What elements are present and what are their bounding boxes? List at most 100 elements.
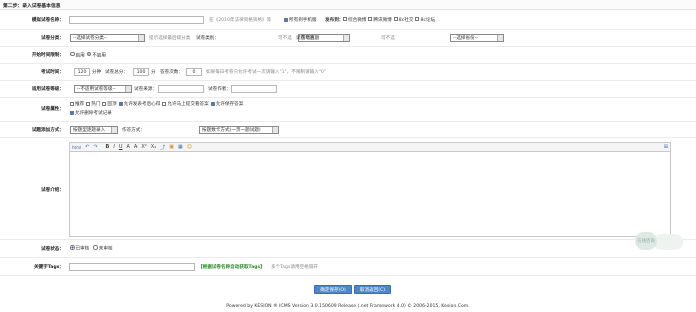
tags-hint: 多个Tags请用空格隔开	[271, 264, 318, 270]
unreviewed-radio-label: 未审核	[98, 246, 113, 252]
checkbox-icon	[393, 17, 398, 21]
publish-option[interactable]: 8c社交	[393, 17, 413, 23]
count-input[interactable]: 0	[186, 68, 202, 76]
attr-option[interactable]: 允许发表考后心得	[118, 101, 160, 107]
radio-icon	[93, 245, 98, 250]
footer: Powered by KESION ® ICMS Version 3.0.150…	[226, 304, 470, 309]
attr-option[interactable]: 固顶	[102, 101, 117, 107]
exam-time-label: 考试时间：	[41, 70, 64, 75]
source-button[interactable]: html	[72, 145, 81, 150]
total-unit: 分	[151, 70, 156, 75]
publish-options: 综合微博 腾讯微博 8c社交 8c论坛	[343, 17, 435, 23]
editor-toolbar: html ↶ ↷ B I U A A̶ X² X₂ ⤴ ▣ ▦ ☺ ⊞	[69, 142, 671, 152]
attr-options: 推荐 热门 固顶 允许发表考后心得 允许马上提交看答案 允许保存答案	[70, 101, 243, 107]
count-label: 答卷次数：	[160, 70, 183, 75]
type-label: 试卷类别：	[196, 36, 219, 41]
bold-button[interactable]: B	[106, 144, 110, 150]
reviewed-radio[interactable]: 已审核	[70, 245, 89, 252]
minutes-unit: 分钟	[92, 70, 102, 75]
tags-input[interactable]	[69, 262, 195, 271]
name-label: 模拟试卷名称：	[31, 17, 64, 23]
image-icon[interactable]: ▣	[169, 144, 174, 150]
exam-name-input[interactable]	[69, 15, 204, 24]
attr-option[interactable]: 允许删除考试记录	[70, 110, 112, 116]
undo-button[interactable]: ↶	[85, 144, 89, 150]
attr-option[interactable]: 热门	[86, 101, 100, 107]
superscript-button[interactable]: X²	[141, 144, 146, 150]
minutes-input[interactable]: 120	[74, 68, 90, 76]
checkbox-icon	[70, 101, 74, 106]
add-mode-label: 试题添加方式：	[31, 127, 64, 133]
publish-label: 发布到：	[325, 17, 344, 23]
page-title: 第二步：录入试卷基本信息	[0, 0, 696, 10]
answer-mode-select[interactable]: 按题数卡方式(一页一题试题)	[199, 125, 279, 134]
category-select[interactable]: --选择试卷分类--	[70, 34, 145, 42]
intro-editor[interactable]	[69, 152, 671, 237]
mobile-checkbox[interactable]: 所有到手机版	[284, 17, 317, 23]
count-value: 0	[192, 69, 196, 75]
checkbox-icon	[415, 17, 420, 21]
attr-option-label: 推荐	[75, 102, 85, 107]
attr-option[interactable]: 允许保存答案	[210, 101, 243, 107]
answer-mode-select-value: 按题数卡方式(一页一题试题)	[202, 127, 261, 133]
attr-row: 试卷属性： 推荐 热门 固顶 允许发表考后心得 允许马上提交看答案 允许保存答案…	[0, 98, 696, 122]
category-label: 试卷分类：	[41, 36, 64, 41]
total-input[interactable]: 100	[133, 68, 149, 76]
publish-option[interactable]: 腾讯微博	[368, 17, 392, 23]
region-label: 试卷地区：	[296, 36, 319, 41]
chat-widget[interactable]: 在线咨询	[635, 232, 657, 250]
italic-button[interactable]: I	[113, 144, 114, 150]
checkbox-icon	[162, 101, 167, 106]
publish-option-label: 8c论坛	[420, 17, 436, 23]
enable-radio[interactable]: 启用	[70, 51, 85, 58]
cancel-button[interactable]: 取消返回(C)	[354, 285, 391, 294]
publish-option[interactable]: 8c论坛	[415, 17, 435, 23]
name-row: 模拟试卷名称： 在《2010年法律资格资格》等 所有到手机版 发布到： 综合微博…	[0, 10, 696, 30]
region-select[interactable]: --选择省份--	[450, 34, 504, 42]
underline-button[interactable]: U	[119, 144, 123, 150]
attr-option[interactable]: 允许马上提交看答案	[162, 101, 209, 107]
count-hint: 如果每日考卷只允许考试一次请输入"1"，不限制请输入"0"	[206, 70, 326, 75]
status-row: 试卷状态： 已审核 未审核	[0, 240, 696, 258]
subscript-button[interactable]: X₂	[151, 144, 156, 150]
tags-row: 关键字Tags： 【根据试卷名称自动获取Tags】 多个Tags请用空格隔开	[0, 258, 696, 276]
link-icon[interactable]: ⤴	[160, 144, 165, 151]
exam-row: 考试时间： 120 分钟 试卷总分： 100 分 答卷次数： 0 如果每日考卷只…	[0, 64, 696, 81]
minutes-value: 120	[77, 69, 87, 75]
source-input[interactable]	[158, 85, 204, 93]
publish-option-label: 综合微博	[348, 17, 367, 23]
source-label: 试卷来源：	[134, 87, 157, 92]
author-label: 试卷作者：	[208, 87, 231, 92]
attr-option-label: 热门	[91, 102, 101, 107]
total-value: 100	[136, 69, 146, 75]
publish-option[interactable]: 综合微博	[343, 17, 366, 23]
author-input[interactable]	[231, 85, 277, 93]
attr-option[interactable]: 推荐	[70, 101, 84, 107]
mobile-text: 所有到手机版	[289, 17, 317, 23]
unreviewed-radio[interactable]: 未审核	[93, 245, 113, 252]
redo-button[interactable]: ↷	[93, 144, 97, 150]
grade-select[interactable]: --不适用试卷等级--	[74, 85, 132, 93]
add-mode-select-value: 按题型逐题录入	[73, 127, 106, 133]
float-widget-bg	[653, 234, 683, 250]
publish-option-label: 腾讯微博	[373, 17, 392, 23]
emoji-icon[interactable]: ☺	[187, 144, 192, 150]
save-button[interactable]: 确定保存(O)	[314, 285, 352, 294]
flash-icon[interactable]: ▦	[178, 144, 183, 150]
checkbox-icon	[102, 101, 107, 106]
status-options: 已审核 未审核	[70, 245, 113, 252]
add-mode-select[interactable]: 按题型逐题录入	[70, 125, 118, 134]
grade-select-value: --不适用试卷等级--	[77, 87, 116, 92]
attr-label: 试卷属性：	[41, 107, 64, 112]
strike-button[interactable]: A	[127, 144, 130, 150]
disable-radio[interactable]: 不启用	[86, 51, 106, 58]
fullscreen-icon[interactable]: ⊞	[664, 144, 668, 150]
attr-option-label: 允许删除考试记录	[75, 111, 112, 116]
reviewed-radio-label: 已审核	[75, 246, 90, 252]
status-label: 试卷状态：	[41, 246, 64, 252]
category-hint: 提示选择最后级分类	[149, 36, 191, 41]
radio-icon	[70, 51, 75, 57]
category-select-value: --选择试卷分类--	[73, 36, 108, 41]
auto-tags-link[interactable]: 【根据试卷名称自动获取Tags】	[198, 264, 265, 270]
clear-format-button[interactable]: A̶	[134, 144, 137, 150]
